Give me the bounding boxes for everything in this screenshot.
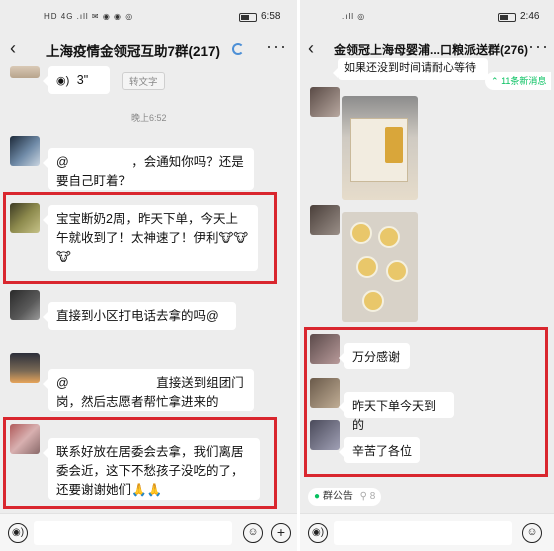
- status-bar: .ıll ◎ 2:46: [300, 0, 554, 30]
- clock: 6:58: [261, 11, 281, 22]
- add-icon[interactable]: +: [271, 523, 291, 543]
- message-timestamp: 晚上6:52: [131, 113, 167, 123]
- avatar[interactable]: [10, 290, 40, 320]
- voice-duration: 3": [76, 73, 89, 87]
- message-input[interactable]: [34, 521, 232, 545]
- new-messages-badge[interactable]: ⌃ 11条新消息: [485, 72, 551, 90]
- group-announcement[interactable]: ● 群公告 ⚲ 8: [308, 488, 382, 506]
- avatar[interactable]: [310, 420, 340, 450]
- avatar[interactable]: [310, 334, 340, 364]
- voice-wave-icon: ◉): [56, 75, 70, 87]
- voice-input-icon[interactable]: ◉): [8, 523, 28, 543]
- network-status: .ıll ◎: [342, 12, 366, 21]
- status-bar: HD 4G .ıll ✉ ◉ ◉ ◎ 6:58: [0, 0, 297, 30]
- chat-message[interactable]: 宝宝断奶2周，昨天下单，今天上午就收到了！太神速了！伊利🐮🐮🐮: [43, 205, 258, 271]
- chat-message[interactable]: 联系好放在居委会去拿，我们离居委会近，这下不愁孩子没吃的了，还要谢谢她们🙏🙏: [43, 438, 260, 500]
- chat-message[interactable]: 万分感谢: [339, 343, 410, 369]
- emoji-icon[interactable]: ☺: [243, 523, 263, 543]
- avatar[interactable]: [10, 136, 40, 166]
- formula-can-image: [362, 290, 384, 312]
- chat-header: ‹ 上海疫情金领冠互助7群(217) ···: [0, 30, 297, 66]
- voice-message[interactable]: ◉) 3": [43, 66, 110, 94]
- milk-box-image: [350, 118, 408, 182]
- input-bar: ◉) ☺: [300, 513, 554, 551]
- avatar[interactable]: [310, 205, 340, 235]
- chat-message[interactable]: 辛苦了各位: [339, 437, 420, 463]
- announcement-icon: ●: [314, 491, 321, 502]
- product-photo[interactable]: [342, 96, 418, 200]
- formula-can-image: [386, 260, 408, 282]
- more-options-icon[interactable]: ···: [266, 36, 287, 57]
- network-status: HD 4G .ıll ✉ ◉ ◉ ◎: [44, 12, 134, 21]
- up-arrow-icon: ⌃: [491, 76, 499, 86]
- formula-can-image: [356, 256, 378, 278]
- chat-message[interactable]: @ ，会通知你吗？还是要自己盯着？: [43, 148, 254, 190]
- clock: 2:46: [520, 11, 540, 22]
- battery-icon: [498, 13, 516, 22]
- avatar[interactable]: [10, 353, 40, 383]
- avatar[interactable]: [10, 424, 40, 454]
- back-arrow-icon[interactable]: ‹: [10, 38, 16, 59]
- chat-message[interactable]: 直接到小区打电话去拿的吗@: [43, 302, 236, 330]
- chat-title: 金领冠上海母婴浦...口粮派送群(276): [334, 43, 529, 57]
- right-chat-screen: .ıll ◎ 2:46 ‹ 金领冠上海母婴浦...口粮派送群(276) ··· …: [300, 0, 554, 551]
- formula-can-image: [378, 226, 400, 248]
- loading-icon: [232, 43, 244, 55]
- voice-input-icon[interactable]: ◉): [308, 523, 328, 543]
- chat-title: 上海疫情金领冠互助7群(217): [46, 44, 221, 59]
- chat-message[interactable]: 如果还没到时间请耐心等待: [333, 58, 488, 80]
- avatar[interactable]: [10, 66, 40, 78]
- more-options-icon[interactable]: ···: [528, 36, 549, 57]
- battery-icon: [239, 13, 257, 22]
- input-bar: ◉) ☺ +: [0, 513, 297, 551]
- chat-message[interactable]: @ 直接送到组团门岗，然后志愿者帮忙拿进来的: [43, 369, 254, 411]
- avatar[interactable]: [310, 87, 340, 117]
- left-chat-screen: HD 4G .ıll ✉ ◉ ◉ ◎ 6:58 ‹ 上海疫情金领冠互助7群(21…: [0, 0, 297, 551]
- avatar[interactable]: [310, 378, 340, 408]
- person-icon: ⚲: [359, 491, 367, 502]
- convert-to-text-button[interactable]: 转文字: [122, 72, 165, 90]
- message-input[interactable]: [334, 521, 512, 545]
- avatar[interactable]: [10, 203, 40, 233]
- product-photo[interactable]: [342, 212, 418, 322]
- chat-message[interactable]: 昨天下单今天到的: [339, 392, 454, 432]
- emoji-icon[interactable]: ☺: [522, 523, 542, 543]
- back-arrow-icon[interactable]: ‹: [308, 38, 314, 59]
- formula-can-image: [350, 222, 372, 244]
